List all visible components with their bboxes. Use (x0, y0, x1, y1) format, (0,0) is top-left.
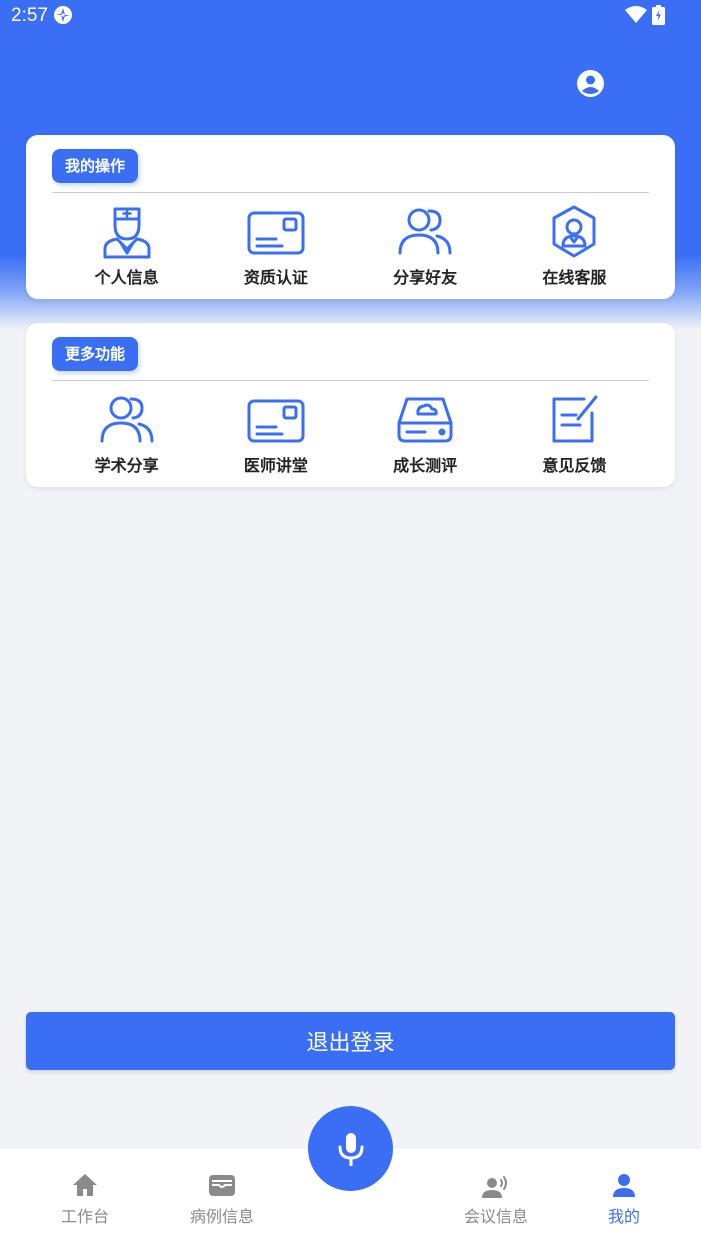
grid-label: 意见反馈 (542, 456, 607, 475)
status-bar: 2:57 (0, 0, 701, 34)
id-card-icon (247, 399, 305, 443)
customer-service-icon (552, 205, 596, 258)
grid-item-personal-info[interactable]: 个人信息 (52, 205, 201, 291)
tab-case-info[interactable]: 病例信息 (162, 1149, 282, 1246)
nurse-icon (103, 207, 151, 259)
logout-button[interactable]: 退出登录 (26, 1012, 675, 1070)
divider (52, 192, 649, 193)
grid-label: 在线客服 (542, 268, 607, 287)
grid-item-feedback[interactable]: 意见反馈 (500, 393, 649, 479)
tab-workbench[interactable]: 工作台 (25, 1149, 145, 1246)
tab-label: 我的 (607, 1207, 640, 1226)
account-circle-icon[interactable] (576, 69, 605, 98)
users-icon (100, 396, 154, 443)
voice-button[interactable] (308, 1106, 393, 1191)
grid-label: 学术分享 (94, 456, 159, 475)
grid-item-doctor-lecture[interactable]: 医师讲堂 (201, 393, 350, 479)
microphone-icon (338, 1132, 363, 1166)
more-features-card: 更多功能 学术分享 医师讲堂 成长测评 意见反馈 (26, 323, 675, 487)
person-icon (613, 1174, 635, 1197)
wifi-icon (625, 6, 647, 23)
grid-label: 成长测评 (393, 456, 458, 475)
person-voice-icon (482, 1176, 507, 1198)
grid-label: 分享好友 (393, 268, 458, 287)
wallet-icon (209, 1175, 235, 1196)
grid-label: 医师讲堂 (243, 456, 308, 475)
more-features-title: 更多功能 (52, 337, 139, 371)
status-time: 2:57 (11, 5, 48, 26)
grid-label: 资质认证 (243, 268, 308, 287)
battery-icon (652, 5, 665, 25)
my-operations-title: 我的操作 (52, 149, 139, 183)
tab-label: 病例信息 (189, 1207, 254, 1226)
tab-label: 会议信息 (463, 1207, 528, 1226)
tab-mine[interactable]: 我的 (564, 1149, 684, 1246)
grid-item-qualification[interactable]: 资质认证 (201, 205, 350, 291)
edit-note-icon (552, 395, 598, 443)
id-card-icon (247, 211, 305, 255)
grid-item-growth-assessment[interactable]: 成长测评 (351, 393, 500, 479)
users-icon (398, 208, 452, 255)
cloud-drive-icon (397, 397, 453, 443)
grid-item-share-friends[interactable]: 分享好友 (351, 205, 500, 291)
tab-meeting-info[interactable]: 会议信息 (436, 1149, 556, 1246)
grid-label: 个人信息 (94, 268, 159, 287)
divider (52, 380, 649, 381)
app-notification-icon (54, 6, 72, 24)
grid-item-academic-share[interactable]: 学术分享 (52, 393, 201, 479)
home-icon (73, 1174, 97, 1196)
tab-label: 工作台 (60, 1207, 109, 1226)
grid-item-online-service[interactable]: 在线客服 (500, 205, 649, 291)
my-operations-card: 我的操作 个人信息 资质认证 分享好友 在线客服 (26, 135, 675, 299)
